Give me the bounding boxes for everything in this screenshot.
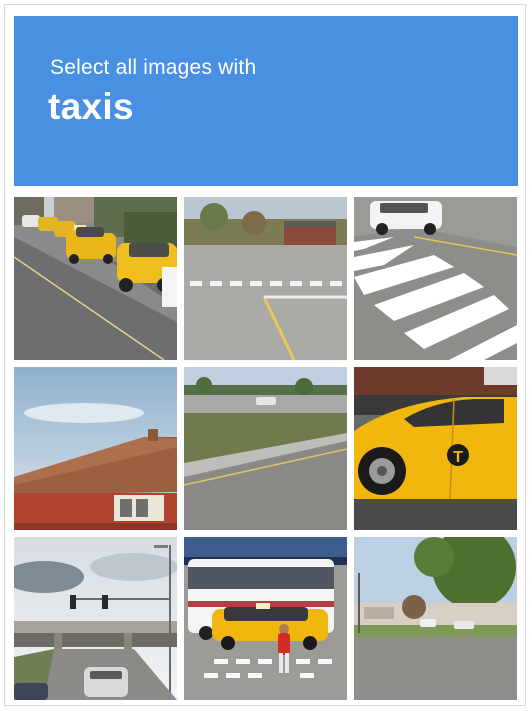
crosswalk-suv-image — [354, 197, 517, 360]
captcha-header: Select all images with taxis — [14, 16, 518, 186]
target-object-text: taxis — [48, 86, 134, 127]
instruction-text: Select all images with — [50, 56, 257, 79]
image-tile-8[interactable] — [184, 537, 347, 700]
tree-lined-road-image — [354, 537, 517, 700]
parking-lot-image — [184, 197, 347, 360]
median-road-image — [184, 367, 347, 530]
image-tile-4[interactable] — [14, 367, 177, 530]
image-tile-6[interactable]: T — [354, 367, 517, 530]
overpass-traffic-lights-image — [14, 537, 177, 700]
taxi-bus-crosswalk-image — [184, 537, 347, 700]
image-tile-7[interactable] — [14, 537, 177, 700]
taxi-row-street-image — [14, 197, 177, 360]
taxi-closeup-image: T — [354, 367, 517, 530]
image-tile-9[interactable] — [354, 537, 517, 700]
image-tile-3[interactable] — [354, 197, 517, 360]
building-roof-image — [14, 367, 177, 530]
image-tile-2[interactable] — [184, 197, 347, 360]
image-tile-5[interactable] — [184, 367, 347, 530]
svg-text:T: T — [453, 449, 463, 466]
image-tile-1[interactable] — [14, 197, 177, 360]
image-grid: T — [14, 197, 518, 700]
